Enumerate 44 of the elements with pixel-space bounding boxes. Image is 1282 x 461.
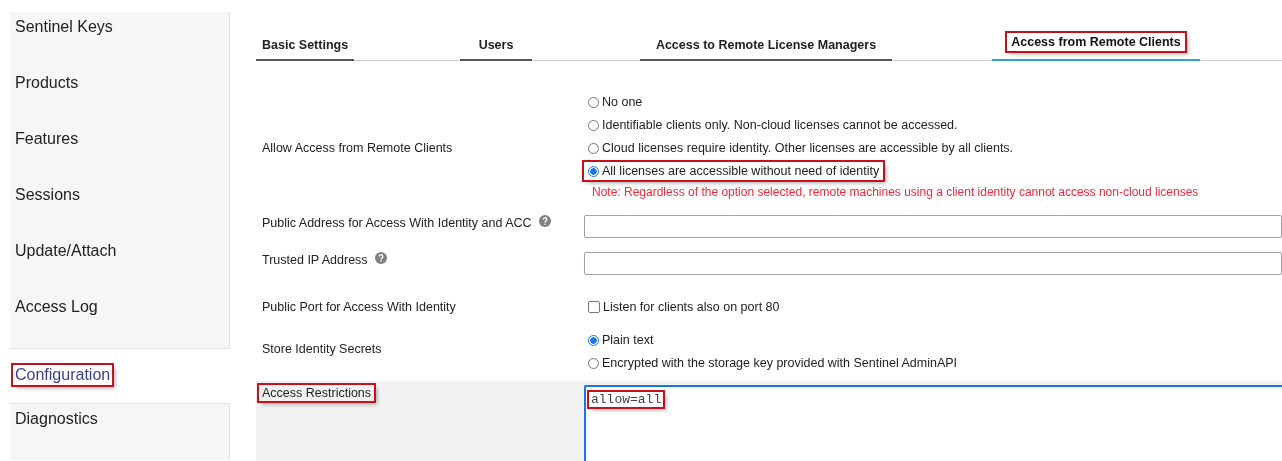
field-label: Access Restrictions — [259, 385, 375, 401]
sidebar-item-label: Update/Attach — [14, 241, 118, 261]
field-text: allow=all — [589, 392, 664, 407]
radio-option[interactable]: Encrypted with the storage key provided with Sentinel AdminAPI — [584, 354, 962, 372]
sidebar-item[interactable]: Configuration — [10, 348, 230, 404]
sidebar-item[interactable]: Sessions — [10, 180, 230, 236]
input-field[interactable] — [584, 252, 1282, 275]
sidebar-item-label: Sessions — [14, 185, 81, 205]
checkbox-option[interactable]: Listen for clients also on port 80 — [584, 298, 784, 316]
radio-option[interactable]: Plain text — [584, 331, 658, 349]
sidebar-item-label: Configuration — [13, 365, 113, 385]
field-label: Trusted IP Address — [261, 252, 369, 268]
tab-label: Users — [477, 37, 515, 54]
field-label: Public Port for Access With Identity — [261, 299, 457, 315]
note-text: Note: Regardless of the option selected, remote machines using a client identity cannot access non-cloud licenses — [591, 185, 1200, 199]
sidebar-item-label: Sentinel Keys — [14, 17, 114, 37]
field-label: Store Identity Secrets — [261, 341, 383, 357]
help-icon[interactable] — [538, 215, 551, 227]
tab[interactable]: Access to Remote License Managers — [640, 30, 892, 61]
input-field[interactable] — [584, 215, 1282, 238]
text-area[interactable]: allow=all — [584, 385, 1282, 461]
tab[interactable]: Access from Remote Clients — [992, 30, 1200, 61]
sidebar-item[interactable]: Diagnostics — [10, 404, 230, 460]
sidebar-item-label: Access Log — [14, 297, 99, 317]
tab[interactable]: Basic Settings — [256, 30, 354, 61]
sidebar-item[interactable]: Features — [10, 124, 230, 180]
radio-option[interactable]: All licenses are accessible without need of identity — [584, 162, 884, 180]
field-label: Allow Access from Remote Clients — [261, 140, 454, 156]
help-icon[interactable] — [374, 252, 387, 264]
sidebar-item-label: Features — [14, 129, 80, 149]
tab-label: Access to Remote License Managers — [654, 37, 878, 54]
sidebar-item-label: Products — [14, 73, 80, 93]
sidebar-item[interactable]: Products — [10, 68, 230, 124]
tab[interactable]: Users — [460, 30, 532, 61]
sidebar-item-label: Diagnostics — [14, 409, 99, 429]
sidebar-item[interactable]: Access Log — [10, 292, 230, 348]
radio-option[interactable]: Cloud licenses require identity. Other licenses are accessible by all clients. — [584, 139, 1018, 157]
radio-option[interactable]: Identifiable clients only. Non-cloud licenses cannot be accessed. — [584, 116, 962, 134]
field-label: Public Address for Access With Identity and ACC — [261, 215, 533, 231]
sidebar-item[interactable]: Sentinel Keys — [10, 12, 230, 68]
radio-option[interactable]: No one — [584, 93, 647, 111]
sidebar-item[interactable]: Update/Attach — [10, 236, 230, 292]
tab-label: Access from Remote Clients — [1007, 33, 1185, 51]
tab-label: Basic Settings — [261, 37, 350, 54]
